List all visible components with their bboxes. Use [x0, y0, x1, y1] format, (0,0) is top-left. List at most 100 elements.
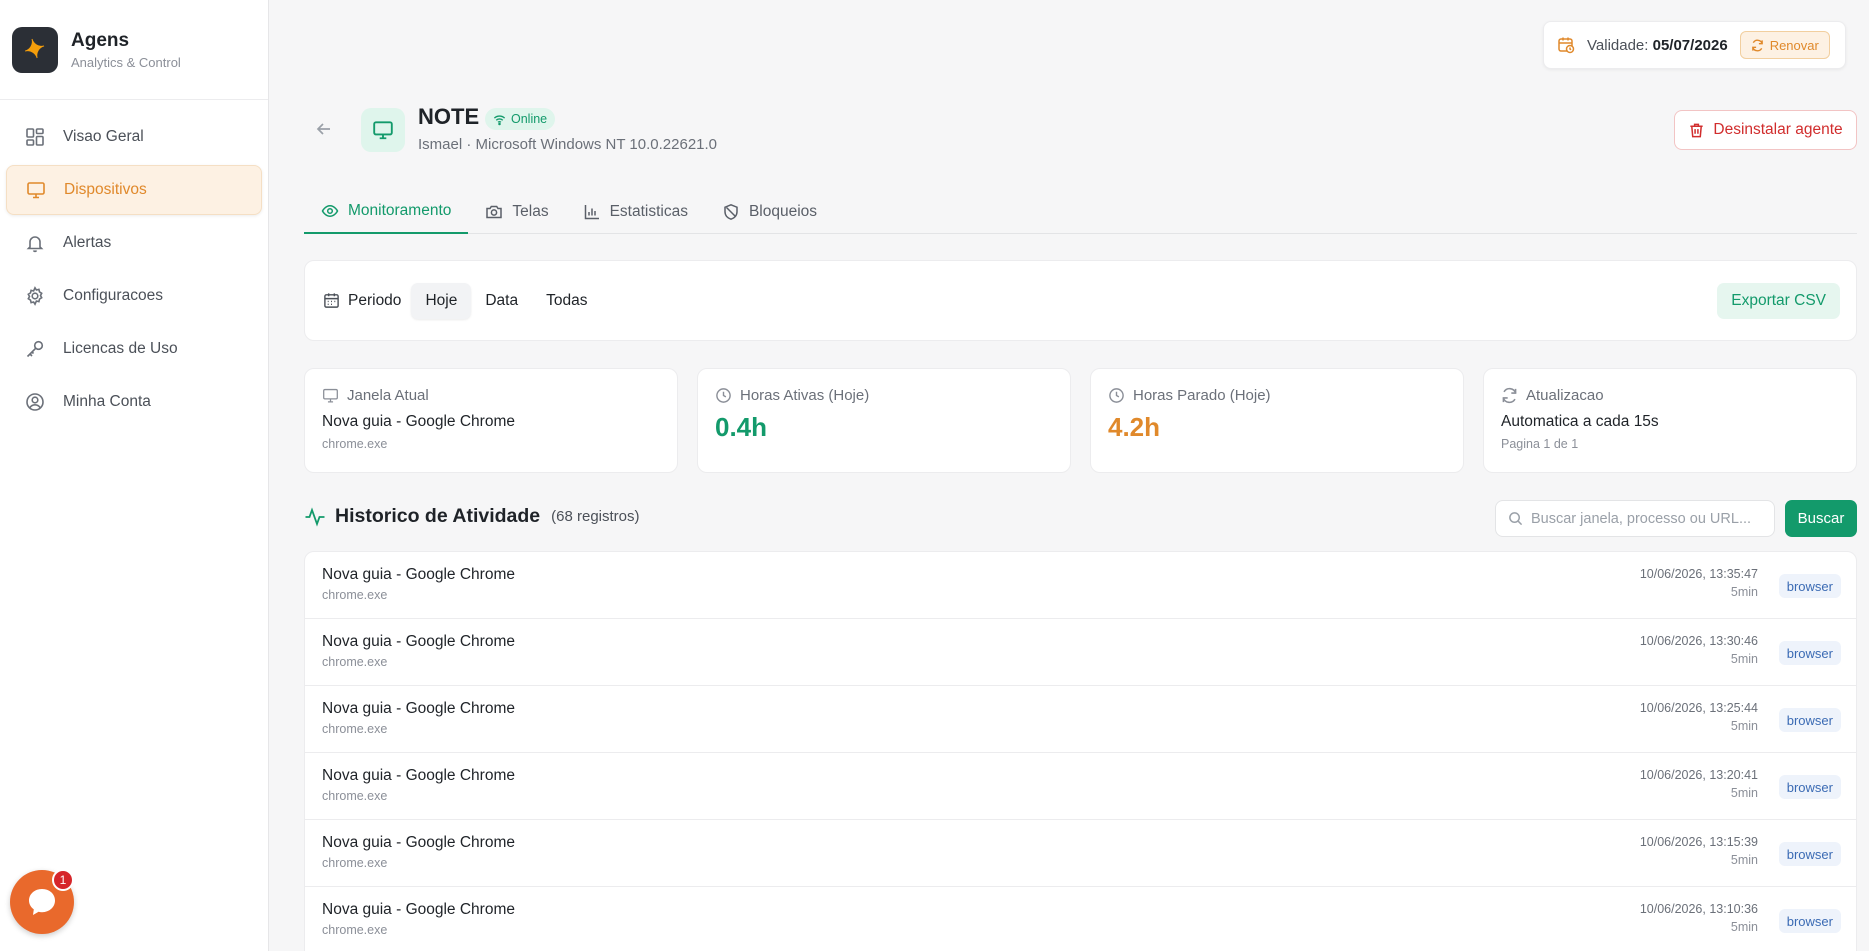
- row-process: chrome.exe: [322, 856, 388, 870]
- period-label: Periodo: [323, 292, 401, 310]
- stat-card-idle-hours: Horas Parado (Hoje) 4.2h: [1090, 368, 1464, 473]
- row-process: chrome.exe: [322, 588, 388, 602]
- gear-icon: [23, 284, 47, 308]
- back-arrow-button[interactable]: [313, 118, 335, 140]
- refresh-icon: [1751, 39, 1763, 51]
- period-option-hoje[interactable]: Hoje: [411, 282, 472, 319]
- row-timestamp: 10/06/2026, 13:15:39: [1639, 835, 1758, 849]
- clock-icon: [1108, 387, 1125, 404]
- sidebar-item-label: Minha Conta: [63, 393, 151, 410]
- license-validity-box: Validade: 05/07/2026 Renovar: [1543, 21, 1846, 69]
- bell-icon: [23, 231, 47, 255]
- renew-button[interactable]: Renovar: [1739, 31, 1830, 59]
- stat-sub: Pagina 1 de 1: [1501, 437, 1579, 451]
- tab-bar: Monitoramento Telas Estatisticas Bloquei…: [304, 190, 1857, 234]
- validity-label: Validade:: [1587, 36, 1649, 54]
- row-title: Nova guia - Google Chrome: [322, 700, 515, 717]
- category-badge: browser: [1778, 775, 1841, 799]
- uninstall-agent-button[interactable]: Desinstalar agente: [1674, 110, 1857, 150]
- tab-estatisticas[interactable]: Estatisticas: [566, 190, 705, 234]
- online-status-label: Online: [511, 112, 548, 126]
- brand-subtitle: Analytics & Control: [71, 54, 181, 70]
- device-subtitle: Ismael · Microsoft Windows NT 10.0.22621…: [418, 136, 718, 153]
- clock-icon: [715, 387, 732, 404]
- list-item[interactable]: Nova guia - Google Chrome chrome.exe 10/…: [305, 887, 1856, 951]
- period-option-todas[interactable]: Todas: [532, 283, 601, 319]
- sidebar-item-label: Alertas: [63, 234, 112, 251]
- row-title: Nova guia - Google Chrome: [322, 566, 515, 583]
- sidebar: ✦ Agens Analytics & Control Visao Geral …: [0, 0, 269, 951]
- row-title: Nova guia - Google Chrome: [322, 834, 515, 851]
- sidebar-nav: Visao Geral Dispositivos Alertas Configu…: [0, 100, 268, 442]
- shield-icon: [722, 203, 740, 221]
- row-title: Nova guia - Google Chrome: [322, 901, 515, 918]
- renew-label: Renovar: [1769, 37, 1819, 53]
- tab-monitoramento[interactable]: Monitoramento: [304, 190, 469, 234]
- stat-value: 0.4h: [715, 412, 768, 442]
- row-process: chrome.exe: [322, 722, 388, 736]
- row-timestamp: 10/06/2026, 13:10:36: [1639, 902, 1758, 916]
- calendar-icon: [323, 292, 340, 309]
- tab-label: Bloqueios: [748, 203, 818, 220]
- calendar-clock-icon: [1557, 36, 1575, 54]
- history-search-field: [1495, 500, 1775, 537]
- arrow-left-icon: [316, 123, 330, 135]
- row-duration: 5min: [1730, 652, 1758, 666]
- period-option-data[interactable]: Data: [471, 283, 532, 319]
- list-item[interactable]: Nova guia - Google Chrome chrome.exe 10/…: [305, 619, 1856, 686]
- list-item[interactable]: Nova guia - Google Chrome chrome.exe 10/…: [305, 552, 1856, 619]
- row-timestamp: 10/06/2026, 13:35:47: [1639, 567, 1758, 581]
- tab-telas[interactable]: Telas: [468, 190, 565, 234]
- row-duration: 5min: [1730, 719, 1758, 733]
- online-status-badge: Online: [485, 108, 556, 130]
- sidebar-item-alertas[interactable]: Alertas: [6, 218, 262, 268]
- export-csv-button[interactable]: Exportar CSV: [1717, 283, 1840, 319]
- sidebar-item-configuracoes[interactable]: Configuracoes: [6, 271, 262, 321]
- tab-bloqueios[interactable]: Bloqueios: [705, 190, 834, 234]
- history-search-input[interactable]: [1531, 510, 1751, 527]
- brand: ✦ Agens Analytics & Control: [0, 0, 268, 100]
- history-count: (68 registros): [551, 508, 640, 525]
- category-badge: browser: [1778, 909, 1841, 933]
- row-timestamp: 10/06/2026, 13:20:41: [1639, 768, 1758, 782]
- history-title: Historico de Atividade: [335, 505, 541, 527]
- tab-label: Estatisticas: [609, 203, 688, 220]
- row-title: Nova guia - Google Chrome: [322, 633, 515, 650]
- row-duration: 5min: [1730, 920, 1758, 934]
- category-badge: browser: [1778, 842, 1841, 866]
- uninstall-label: Desinstalar agente: [1713, 121, 1843, 138]
- sidebar-item-licencas[interactable]: Licencas de Uso: [6, 324, 262, 374]
- stat-label: Horas Ativas (Hoje): [740, 387, 870, 404]
- row-timestamp: 10/06/2026, 13:25:44: [1639, 701, 1758, 715]
- stat-card-current-window: Janela Atual Nova guia - Google Chrome c…: [304, 368, 678, 473]
- row-duration: 5min: [1730, 853, 1758, 867]
- sidebar-item-dispositivos[interactable]: Dispositivos: [6, 165, 262, 215]
- stat-sub: chrome.exe: [322, 437, 388, 451]
- list-item[interactable]: Nova guia - Google Chrome chrome.exe 10/…: [305, 820, 1856, 887]
- sidebar-item-visao-geral[interactable]: Visao Geral: [6, 112, 262, 162]
- user-circle-icon: [23, 390, 47, 414]
- eye-icon: [321, 202, 339, 220]
- chat-icon: [29, 889, 55, 915]
- list-item[interactable]: Nova guia - Google Chrome chrome.exe 10/…: [305, 686, 1856, 753]
- search-icon: [1508, 511, 1523, 526]
- category-badge: browser: [1778, 641, 1841, 665]
- category-badge: browser: [1778, 708, 1841, 732]
- device-monitor-icon: [361, 108, 405, 152]
- stat-label: Horas Parado (Hoje): [1133, 387, 1271, 404]
- monitor-icon: [322, 387, 339, 404]
- period-label-text: Periodo: [348, 291, 402, 309]
- refresh-icon: [1501, 387, 1518, 404]
- period-filter-card: Periodo Hoje Data Todas Exportar CSV: [304, 260, 1857, 341]
- device-name: NOTE: [418, 104, 480, 129]
- search-button[interactable]: Buscar: [1785, 500, 1857, 537]
- brand-name: Agens: [71, 29, 130, 51]
- stat-value: Nova guia - Google Chrome: [322, 413, 515, 430]
- stat-card-update: Atualizacao Automatica a cada 15s Pagina…: [1483, 368, 1857, 473]
- sidebar-item-label: Visao Geral: [63, 128, 144, 145]
- sidebar-item-minha-conta[interactable]: Minha Conta: [6, 377, 262, 427]
- dashboard-icon: [23, 125, 47, 149]
- list-item[interactable]: Nova guia - Google Chrome chrome.exe 10/…: [305, 753, 1856, 820]
- tab-label: Monitoramento: [348, 202, 452, 219]
- history-header: Historico de Atividade (68 registros): [304, 505, 640, 528]
